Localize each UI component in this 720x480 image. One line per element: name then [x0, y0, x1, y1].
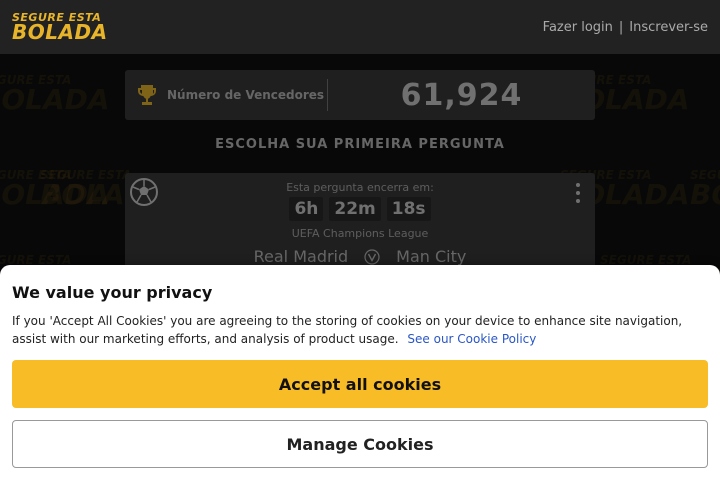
cookie-description: If you 'Accept All Cookies' you are agre…	[12, 314, 683, 346]
cookie-policy-link[interactable]: See our Cookie Policy	[407, 332, 536, 346]
site-logo[interactable]: SEGURE ESTA BOLADA	[12, 12, 108, 42]
signup-link[interactable]: Inscrever-se	[629, 20, 708, 35]
accept-cookies-button[interactable]: Accept all cookies	[12, 360, 708, 408]
login-link[interactable]: Fazer login	[543, 20, 613, 35]
top-bar: SEGURE ESTA BOLADA Fazer login | Inscrev…	[0, 0, 720, 54]
cookie-title: We value your privacy	[12, 283, 213, 302]
logo-line-2: BOLADA	[12, 20, 108, 44]
auth-separator: |	[618, 19, 624, 35]
manage-cookies-button[interactable]: Manage Cookies	[12, 420, 708, 468]
auth-links: Fazer login | Inscrever-se	[543, 20, 708, 35]
cookie-text: If you 'Accept All Cookies' you are agre…	[12, 312, 702, 348]
cookie-consent-banner: We value your privacy If you 'Accept All…	[0, 265, 720, 480]
